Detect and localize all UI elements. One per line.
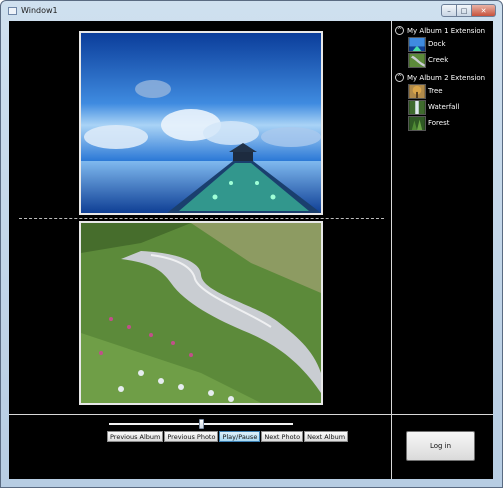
tree-item-waterfall[interactable]: Waterfall — [408, 99, 491, 115]
window-controls: – □ ✕ — [441, 4, 496, 17]
photo-creek[interactable] — [79, 221, 323, 405]
next-album-button[interactable]: Next Album — [304, 431, 349, 442]
photo-separator — [19, 218, 384, 219]
vertical-divider — [391, 21, 392, 479]
photo-label: Dock — [428, 40, 446, 48]
dock-image — [81, 33, 321, 213]
slider-thumb[interactable] — [199, 419, 204, 429]
album-2: ^ My Album 2 Extension Tree Waterfall Fo… — [395, 72, 491, 131]
photo-label: Creek — [428, 56, 449, 64]
horizontal-divider — [9, 414, 493, 415]
play-pause-button[interactable]: Play/Pause — [219, 431, 261, 442]
photo-label: Forest — [428, 119, 450, 127]
tree-item-tree[interactable]: Tree — [408, 83, 491, 99]
title-bar[interactable]: Window1 – □ ✕ — [1, 1, 502, 21]
tree-item-forest[interactable]: Forest — [408, 115, 491, 131]
app-window: Window1 – □ ✕ ^ My Album 1 Extension Doc… — [0, 0, 503, 488]
photo-label: Waterfall — [428, 103, 460, 111]
collapse-icon[interactable]: ^ — [395, 73, 404, 82]
tree-item-creek[interactable]: Creek — [408, 52, 491, 68]
client-area: ^ My Album 1 Extension Dock Creek ^ My A… — [9, 21, 493, 479]
tree-item-dock[interactable]: Dock — [408, 36, 491, 52]
close-button[interactable]: ✕ — [472, 4, 496, 17]
previous-photo-button[interactable]: Previous Photo — [164, 431, 219, 442]
next-photo-button[interactable]: Next Photo — [261, 431, 304, 442]
collapse-icon[interactable]: ^ — [395, 26, 404, 35]
photo-dock[interactable] — [79, 31, 323, 215]
creek-thumbnail-icon — [408, 52, 426, 68]
photo-slider[interactable] — [109, 419, 293, 429]
album-title: My Album 2 Extension — [407, 73, 486, 82]
album-header[interactable]: ^ My Album 2 Extension — [395, 72, 491, 83]
minimize-button[interactable]: – — [441, 4, 457, 17]
maximize-button[interactable]: □ — [457, 4, 472, 17]
album-header[interactable]: ^ My Album 1 Extension — [395, 25, 491, 36]
photo-label: Tree — [428, 87, 443, 95]
album-title: My Album 1 Extension — [407, 26, 486, 35]
tree-thumbnail-icon — [408, 83, 426, 99]
nav-button-row: Previous Album Previous Photo Play/Pause… — [107, 431, 349, 442]
dock-thumbnail-icon — [408, 36, 426, 52]
window-title: Window1 — [21, 6, 58, 15]
playback-controls: Previous Album Previous Photo Play/Pause… — [107, 419, 349, 449]
previous-album-button[interactable]: Previous Album — [107, 431, 164, 442]
album-tree: ^ My Album 1 Extension Dock Creek ^ My A… — [395, 25, 491, 135]
forest-thumbnail-icon — [408, 115, 426, 131]
window-icon — [8, 7, 17, 15]
album-1: ^ My Album 1 Extension Dock Creek — [395, 25, 491, 68]
creek-image — [81, 223, 321, 403]
waterfall-thumbnail-icon — [408, 99, 426, 115]
login-button[interactable]: Log in — [406, 431, 475, 461]
